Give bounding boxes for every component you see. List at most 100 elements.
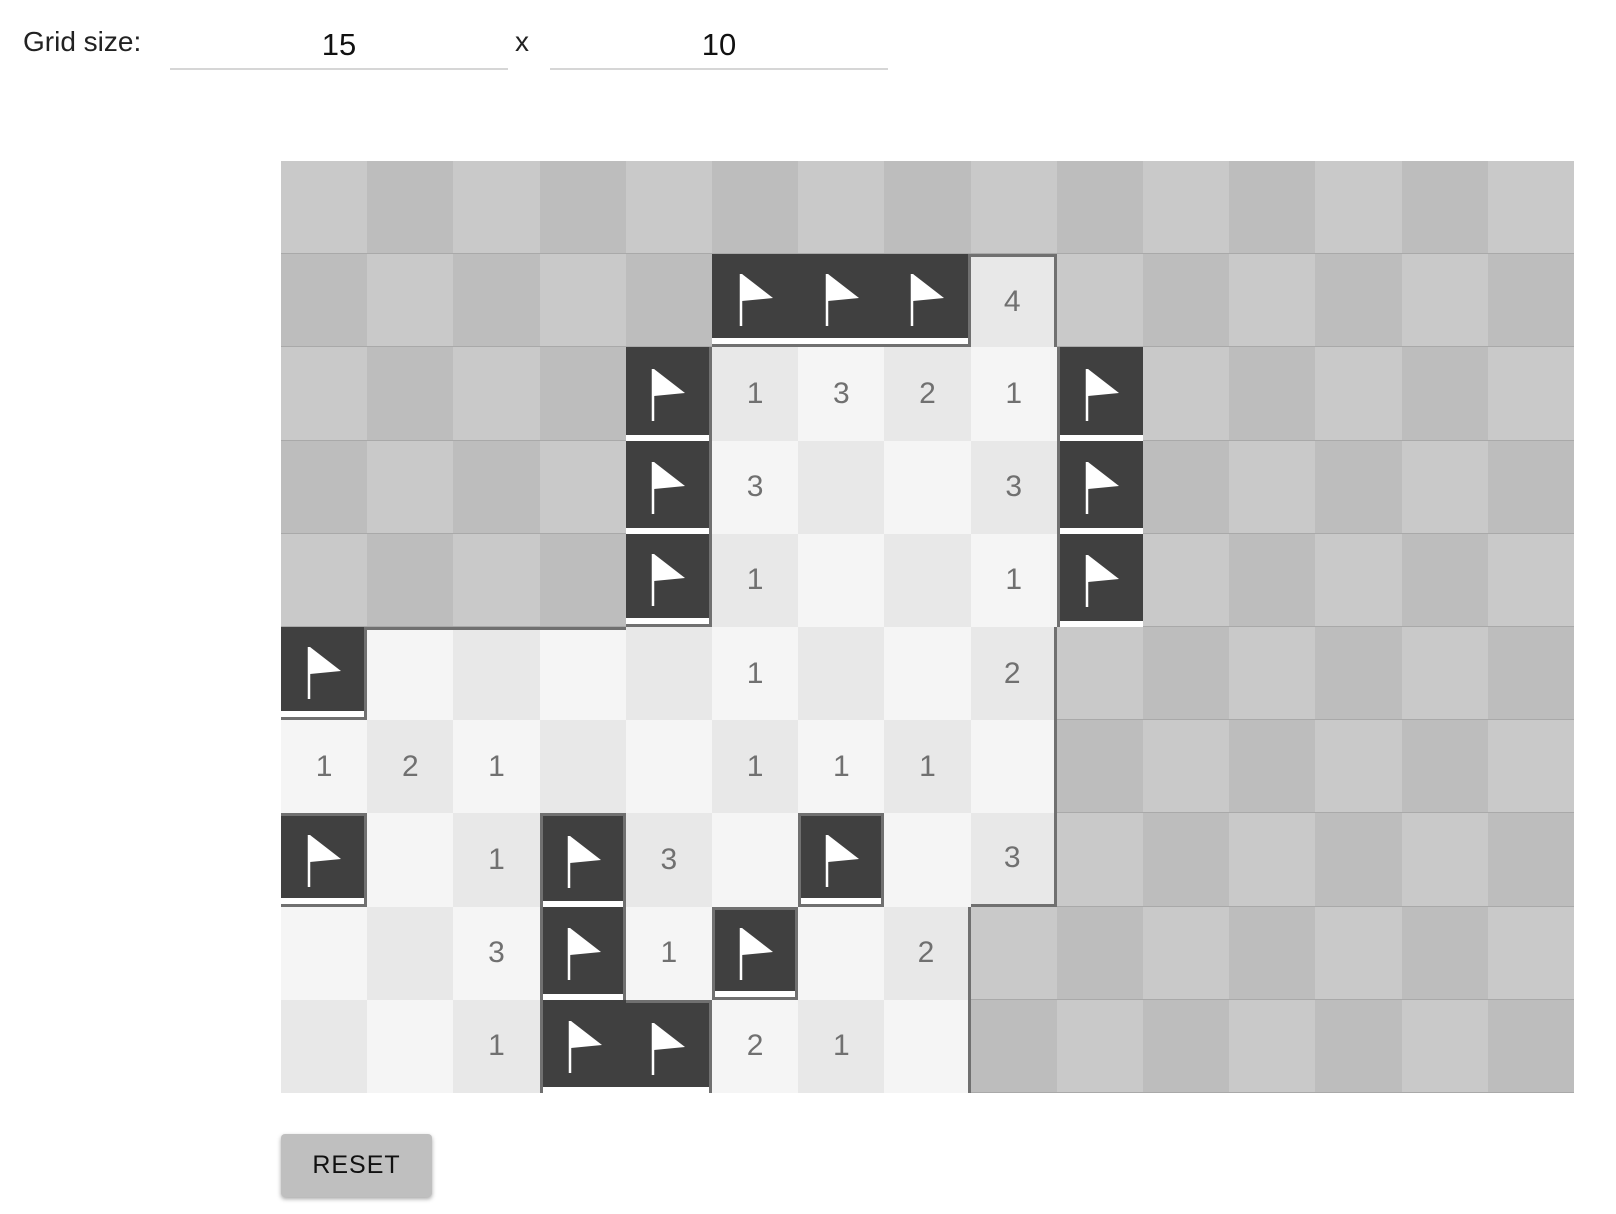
hidden-cell[interactable]: [1229, 626, 1316, 721]
hidden-cell[interactable]: [1142, 440, 1230, 534]
hidden-cell[interactable]: [1056, 906, 1143, 1000]
hidden-cell[interactable]: [367, 533, 454, 627]
hidden-cell[interactable]: [1401, 347, 1488, 441]
hidden-cell[interactable]: [1401, 254, 1488, 348]
revealed-empty-cell[interactable]: [625, 626, 712, 721]
hidden-cell[interactable]: [625, 254, 712, 348]
revealed-empty-cell[interactable]: [281, 999, 368, 1093]
hidden-cell[interactable]: [970, 906, 1057, 1000]
revealed-number-cell[interactable]: 1: [970, 347, 1057, 441]
hidden-cell[interactable]: [1229, 720, 1316, 814]
revealed-number-cell[interactable]: 2: [367, 720, 454, 814]
hidden-cell[interactable]: [1056, 161, 1143, 255]
hidden-cell[interactable]: [1401, 626, 1488, 721]
flagged-cell[interactable]: [281, 813, 368, 907]
hidden-cell[interactable]: [1487, 626, 1574, 721]
flagged-cell[interactable]: [539, 999, 627, 1094]
hidden-cell[interactable]: [539, 440, 626, 534]
flagged-cell[interactable]: [798, 254, 885, 348]
hidden-cell[interactable]: [1229, 906, 1316, 1000]
hidden-cell[interactable]: [1401, 720, 1488, 814]
hidden-cell[interactable]: [453, 440, 540, 534]
revealed-number-cell[interactable]: 1: [453, 813, 540, 907]
revealed-empty-cell[interactable]: [970, 720, 1057, 814]
revealed-number-cell[interactable]: 3: [625, 813, 712, 907]
hidden-cell[interactable]: [281, 254, 368, 348]
revealed-number-cell[interactable]: 2: [711, 999, 799, 1093]
revealed-number-cell[interactable]: 1: [798, 999, 885, 1093]
hidden-cell[interactable]: [1487, 440, 1574, 534]
revealed-number-cell[interactable]: 1: [711, 347, 799, 441]
hidden-cell[interactable]: [1142, 906, 1230, 1000]
hidden-cell[interactable]: [1401, 999, 1488, 1093]
hidden-cell[interactable]: [1142, 347, 1230, 441]
hidden-cell[interactable]: [367, 254, 454, 348]
hidden-cell[interactable]: [1056, 813, 1143, 907]
hidden-cell[interactable]: [453, 347, 540, 441]
hidden-cell[interactable]: [1142, 533, 1230, 627]
revealed-empty-cell[interactable]: [453, 626, 540, 721]
hidden-cell[interactable]: [1229, 254, 1316, 348]
hidden-cell[interactable]: [367, 440, 454, 534]
revealed-empty-cell[interactable]: [625, 720, 712, 814]
hidden-cell[interactable]: [1056, 999, 1143, 1093]
revealed-empty-cell[interactable]: [367, 813, 454, 907]
hidden-cell[interactable]: [1315, 440, 1402, 534]
hidden-cell[interactable]: [539, 533, 626, 627]
flagged-cell[interactable]: [281, 626, 368, 721]
flagged-cell[interactable]: [884, 254, 971, 348]
flagged-cell[interactable]: [625, 440, 712, 535]
hidden-cell[interactable]: [625, 161, 712, 255]
revealed-empty-cell[interactable]: [798, 533, 885, 627]
hidden-cell[interactable]: [1401, 161, 1488, 255]
hidden-cell[interactable]: [1401, 440, 1488, 534]
hidden-cell[interactable]: [1142, 720, 1230, 814]
revealed-empty-cell[interactable]: [711, 813, 799, 907]
hidden-cell[interactable]: [1229, 533, 1316, 627]
flagged-cell[interactable]: [625, 347, 712, 441]
revealed-empty-cell[interactable]: [367, 999, 454, 1093]
revealed-number-cell[interactable]: 1: [711, 720, 799, 814]
hidden-cell[interactable]: [1487, 161, 1574, 255]
revealed-number-cell[interactable]: 3: [711, 440, 799, 534]
revealed-empty-cell[interactable]: [367, 626, 454, 721]
hidden-cell[interactable]: [281, 161, 368, 255]
revealed-number-cell[interactable]: 1: [453, 999, 540, 1093]
hidden-cell[interactable]: [1142, 161, 1230, 255]
hidden-cell[interactable]: [1056, 626, 1143, 721]
revealed-empty-cell[interactable]: [281, 906, 368, 1000]
hidden-cell[interactable]: [1315, 533, 1402, 627]
revealed-number-cell[interactable]: 2: [884, 347, 971, 441]
flagged-cell[interactable]: [625, 999, 712, 1094]
revealed-number-cell[interactable]: 3: [798, 347, 885, 441]
revealed-number-cell[interactable]: 1: [711, 533, 799, 627]
revealed-number-cell[interactable]: 2: [884, 906, 971, 1000]
revealed-empty-cell[interactable]: [884, 626, 971, 721]
flagged-cell[interactable]: [625, 533, 712, 627]
flagged-cell[interactable]: [798, 813, 885, 907]
hidden-cell[interactable]: [1487, 999, 1574, 1093]
hidden-cell[interactable]: [1315, 906, 1402, 1000]
hidden-cell[interactable]: [1315, 720, 1402, 814]
revealed-empty-cell[interactable]: [884, 999, 971, 1093]
revealed-empty-cell[interactable]: [367, 906, 454, 1000]
revealed-number-cell[interactable]: 1: [970, 533, 1057, 627]
revealed-empty-cell[interactable]: [798, 626, 885, 721]
revealed-number-cell[interactable]: 1: [453, 720, 540, 814]
flagged-cell[interactable]: [539, 906, 626, 1001]
flagged-cell[interactable]: [711, 906, 799, 1000]
flagged-cell[interactable]: [1056, 347, 1144, 441]
revealed-empty-cell[interactable]: [884, 440, 971, 534]
hidden-cell[interactable]: [1056, 254, 1143, 348]
grid-height-input[interactable]: [550, 22, 888, 70]
hidden-cell[interactable]: [1142, 626, 1230, 721]
hidden-cell[interactable]: [1401, 906, 1488, 1000]
hidden-cell[interactable]: [453, 254, 540, 348]
revealed-empty-cell[interactable]: [798, 906, 885, 1000]
revealed-number-cell[interactable]: 1: [798, 720, 885, 814]
hidden-cell[interactable]: [281, 440, 368, 534]
hidden-cell[interactable]: [1487, 813, 1574, 907]
hidden-cell[interactable]: [1315, 347, 1402, 441]
hidden-cell[interactable]: [1315, 626, 1402, 721]
revealed-number-cell[interactable]: 3: [970, 440, 1057, 534]
